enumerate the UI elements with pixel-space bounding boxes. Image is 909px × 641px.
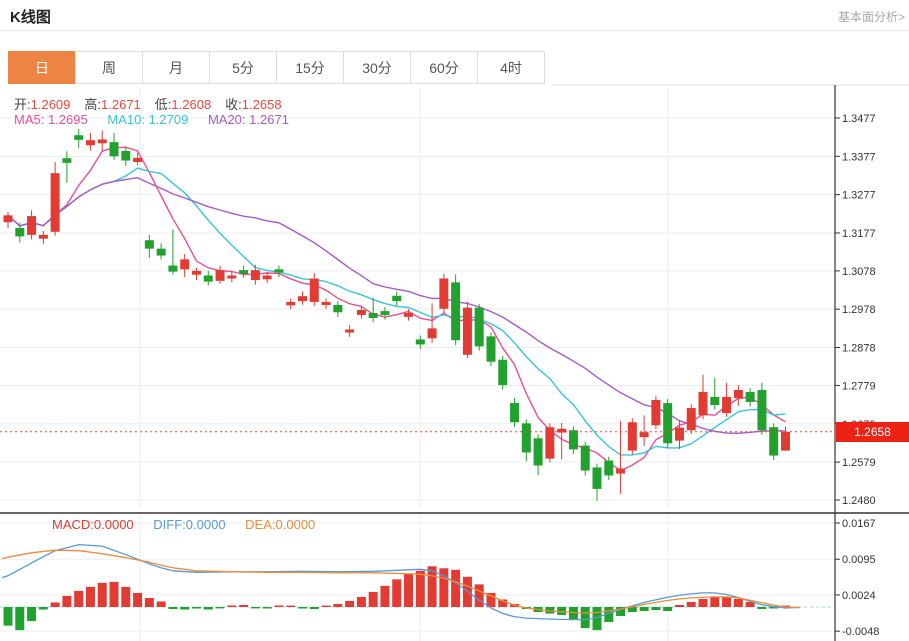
- low-value: 1.2608: [171, 97, 211, 112]
- ohlc-legend: 开:1.2609 高:1.2671 低:1.2608 收:1.2658: [14, 94, 296, 113]
- svg-text:1.3277: 1.3277: [842, 190, 876, 202]
- svg-text:1.3477: 1.3477: [842, 113, 876, 125]
- svg-text:0.0167: 0.0167: [842, 518, 876, 530]
- svg-text:-0.0048: -0.0048: [842, 626, 879, 638]
- ma10-legend: MA10: 1.2709: [107, 112, 188, 127]
- svg-text:1.2978: 1.2978: [842, 304, 876, 316]
- svg-text:1.3377: 1.3377: [842, 151, 876, 163]
- tab-15min[interactable]: 15分: [276, 51, 344, 84]
- svg-text:1.2480: 1.2480: [842, 495, 876, 507]
- low-label: 低:: [155, 97, 172, 112]
- high-label: 高:: [84, 97, 101, 112]
- diff-value-legend: DIFF:0.0000: [153, 517, 225, 532]
- tab-4hour[interactable]: 4时: [477, 51, 545, 84]
- macd-legend: MACD:0.0000 DIFF:0.0000 DEA:0.0000: [52, 517, 315, 532]
- close-value: 1.2658: [242, 97, 282, 112]
- kline-page: K线图 基本面分析> 日 周 月 5分 15分 30分 60分 4时 1.347…: [0, 0, 909, 641]
- svg-text:1.2579: 1.2579: [842, 457, 876, 469]
- ma20-legend: MA20: 1.2671: [208, 112, 289, 127]
- tab-week[interactable]: 周: [75, 51, 143, 84]
- svg-text:1.3078: 1.3078: [842, 266, 876, 278]
- dea-value-legend: DEA:0.0000: [245, 517, 315, 532]
- svg-text:1.2779: 1.2779: [842, 380, 876, 392]
- last-price-tag: 1.2658: [836, 422, 909, 442]
- ma-legend: MA5: 1.2695 MA10: 1.2709 MA20: 1.2671: [14, 112, 289, 127]
- period-tabs: 日 周 月 5分 15分 30分 60分 4时: [8, 51, 545, 84]
- svg-text:1.2878: 1.2878: [842, 343, 876, 355]
- tab-month[interactable]: 月: [142, 51, 210, 84]
- close-label: 收:: [225, 97, 242, 112]
- macd-value-legend: MACD:0.0000: [52, 517, 134, 532]
- svg-text:1.3177: 1.3177: [842, 228, 876, 240]
- svg-text:0.0024: 0.0024: [842, 590, 876, 602]
- svg-text:0.0095: 0.0095: [842, 554, 876, 566]
- tab-30min[interactable]: 30分: [343, 51, 411, 84]
- tab-day[interactable]: 日: [8, 51, 76, 84]
- tab-5min[interactable]: 5分: [209, 51, 277, 84]
- ma5-legend: MA5: 1.2695: [14, 112, 88, 127]
- tab-60min[interactable]: 60分: [410, 51, 478, 84]
- high-value: 1.2671: [101, 97, 141, 112]
- open-label: 开:: [14, 97, 31, 112]
- open-value: 1.2609: [31, 97, 71, 112]
